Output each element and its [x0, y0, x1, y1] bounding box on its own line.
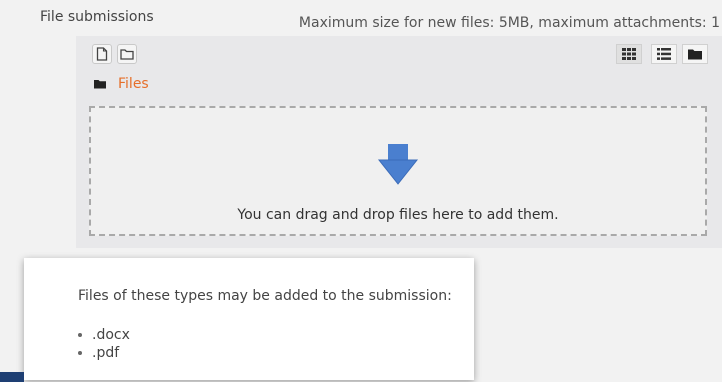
drop-zone[interactable]: You can drag and drop files here to add … — [89, 106, 707, 236]
breadcrumb: Files — [94, 76, 149, 92]
folder-icon — [94, 80, 106, 89]
view-tree-button[interactable] — [682, 44, 708, 64]
drop-zone-text: You can drag and drop files here to add … — [237, 207, 559, 223]
file-manager: Files You can drag and drop files here t… — [76, 36, 722, 248]
accepted-types-text: Files of these types may be added to the… — [78, 288, 452, 304]
page-footer-edge — [0, 372, 24, 382]
grid-icon — [622, 48, 636, 60]
view-list-button[interactable] — [651, 44, 677, 64]
add-file-button[interactable] — [92, 44, 112, 64]
max-size-info: Maximum size for new files: 5MB, maximum… — [298, 15, 720, 31]
accepted-types-list: .docx .pdf — [78, 326, 474, 362]
list-item: .pdf — [78, 344, 474, 362]
view-icons-button[interactable] — [616, 44, 642, 64]
field-label: File submissions — [40, 9, 154, 25]
download-arrow-icon — [377, 144, 419, 185]
folder-icon — [120, 49, 134, 60]
create-folder-button[interactable] — [117, 44, 137, 64]
list-icon — [657, 48, 671, 60]
folder-icon — [688, 49, 702, 60]
files-path-link[interactable]: Files — [118, 76, 149, 92]
file-icon — [96, 47, 108, 61]
list-item: .docx — [78, 326, 474, 344]
accepted-types-popup: Files of these types may be added to the… — [24, 258, 474, 380]
